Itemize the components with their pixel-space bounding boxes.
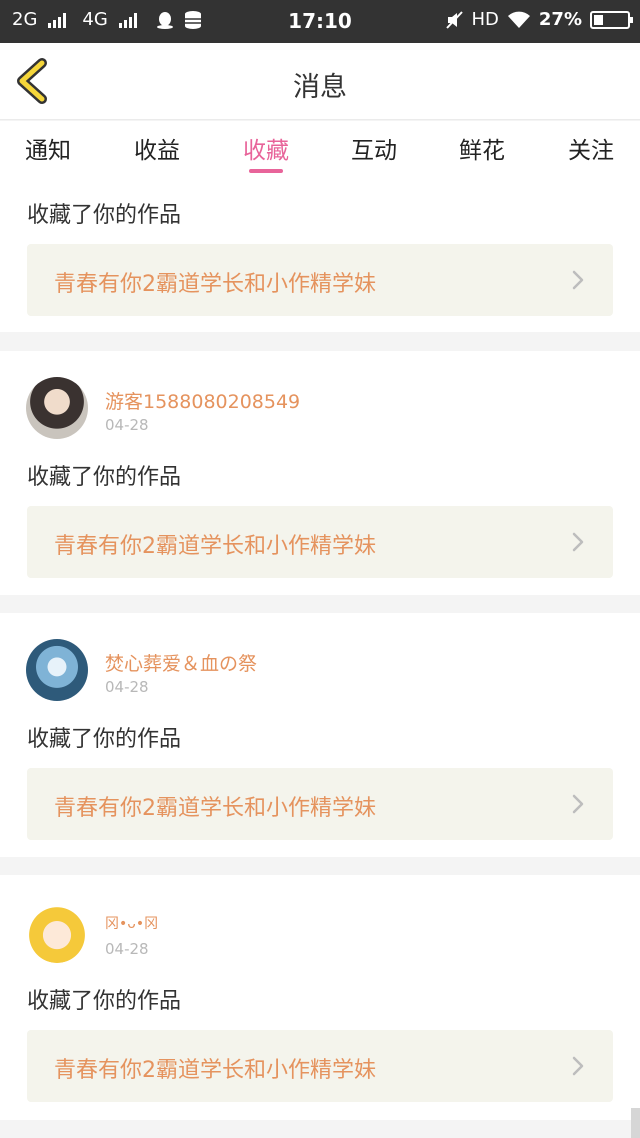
tab-interactions[interactable]: 互动: [324, 131, 424, 165]
action-text: 收藏了你的作品: [27, 465, 182, 490]
active-tab-indicator: [249, 169, 283, 173]
battery-icon: [590, 10, 633, 29]
work-title: 青春有你2霸道学长和小作精学妹: [54, 796, 376, 821]
user-avatar[interactable]: [26, 639, 88, 701]
work-link[interactable]: 青春有你2霸道学长和小作精学妹: [27, 244, 613, 316]
date: 04-28: [105, 416, 149, 434]
action-text: 收藏了你的作品: [27, 727, 182, 752]
battery-percent: 27%: [538, 9, 582, 30]
user-avatar[interactable]: [26, 901, 88, 963]
mute-icon: [445, 10, 463, 29]
work-link[interactable]: 青春有你2霸道学长和小作精学妹: [27, 1030, 613, 1102]
message-card: 游客1588080208549 04-28 收藏了你的作品 青春有你2霸道学长和…: [0, 351, 640, 595]
date: 04-28: [105, 940, 149, 958]
tab-flowers[interactable]: 鲜花: [432, 131, 532, 165]
tab-favorites[interactable]: 收藏: [216, 131, 316, 165]
work-title: 青春有你2霸道学长和小作精学妹: [54, 1058, 376, 1083]
date: 04-28: [105, 678, 149, 696]
work-title: 青春有你2霸道学长和小作精学妹: [54, 534, 376, 559]
page-title: 消息: [293, 72, 347, 103]
work-title: 青春有你2霸道学长和小作精学妹: [54, 272, 376, 297]
scrollbar-thumb[interactable]: [631, 1108, 640, 1138]
action-text: 收藏了你的作品: [27, 203, 182, 228]
tab-bar: 通知 收益 收藏 互动 鲜花 关注: [0, 121, 640, 177]
message-card: 冈•ᴗ•冈 04-28 收藏了你的作品 青春有你2霸道学长和小作精学妹: [0, 875, 640, 1120]
chevron-right-icon: [572, 532, 584, 552]
system-indicators: HD 27%: [445, 9, 633, 30]
chevron-right-icon: [572, 1056, 584, 1076]
message-card: 焚心葬爱＆血の祭 04-28 收藏了你的作品 青春有你2霸道学长和小作精学妹: [0, 613, 640, 857]
header: 消息: [0, 43, 640, 120]
user-avatar[interactable]: [26, 377, 88, 439]
chevron-right-icon: [572, 270, 584, 290]
tab-follows[interactable]: 关注: [541, 131, 640, 165]
tab-notifications[interactable]: 通知: [0, 131, 98, 165]
hd-label: HD: [471, 9, 499, 30]
chevron-right-icon: [572, 794, 584, 814]
work-link[interactable]: 青春有你2霸道学长和小作精学妹: [27, 506, 613, 578]
message-card: 收藏了你的作品 青春有你2霸道学长和小作精学妹: [0, 177, 640, 332]
status-bar: 2G 4G 17:10 HD 27%: [0, 0, 640, 43]
username[interactable]: 焚心葬爱＆血の祭: [105, 649, 257, 676]
wifi-icon: [507, 11, 530, 28]
work-link[interactable]: 青春有你2霸道学长和小作精学妹: [27, 768, 613, 840]
username[interactable]: 游客1588080208549: [105, 387, 300, 414]
action-text: 收藏了你的作品: [27, 989, 182, 1014]
username[interactable]: 冈•ᴗ•冈: [105, 913, 158, 933]
tab-earnings[interactable]: 收益: [107, 131, 207, 165]
